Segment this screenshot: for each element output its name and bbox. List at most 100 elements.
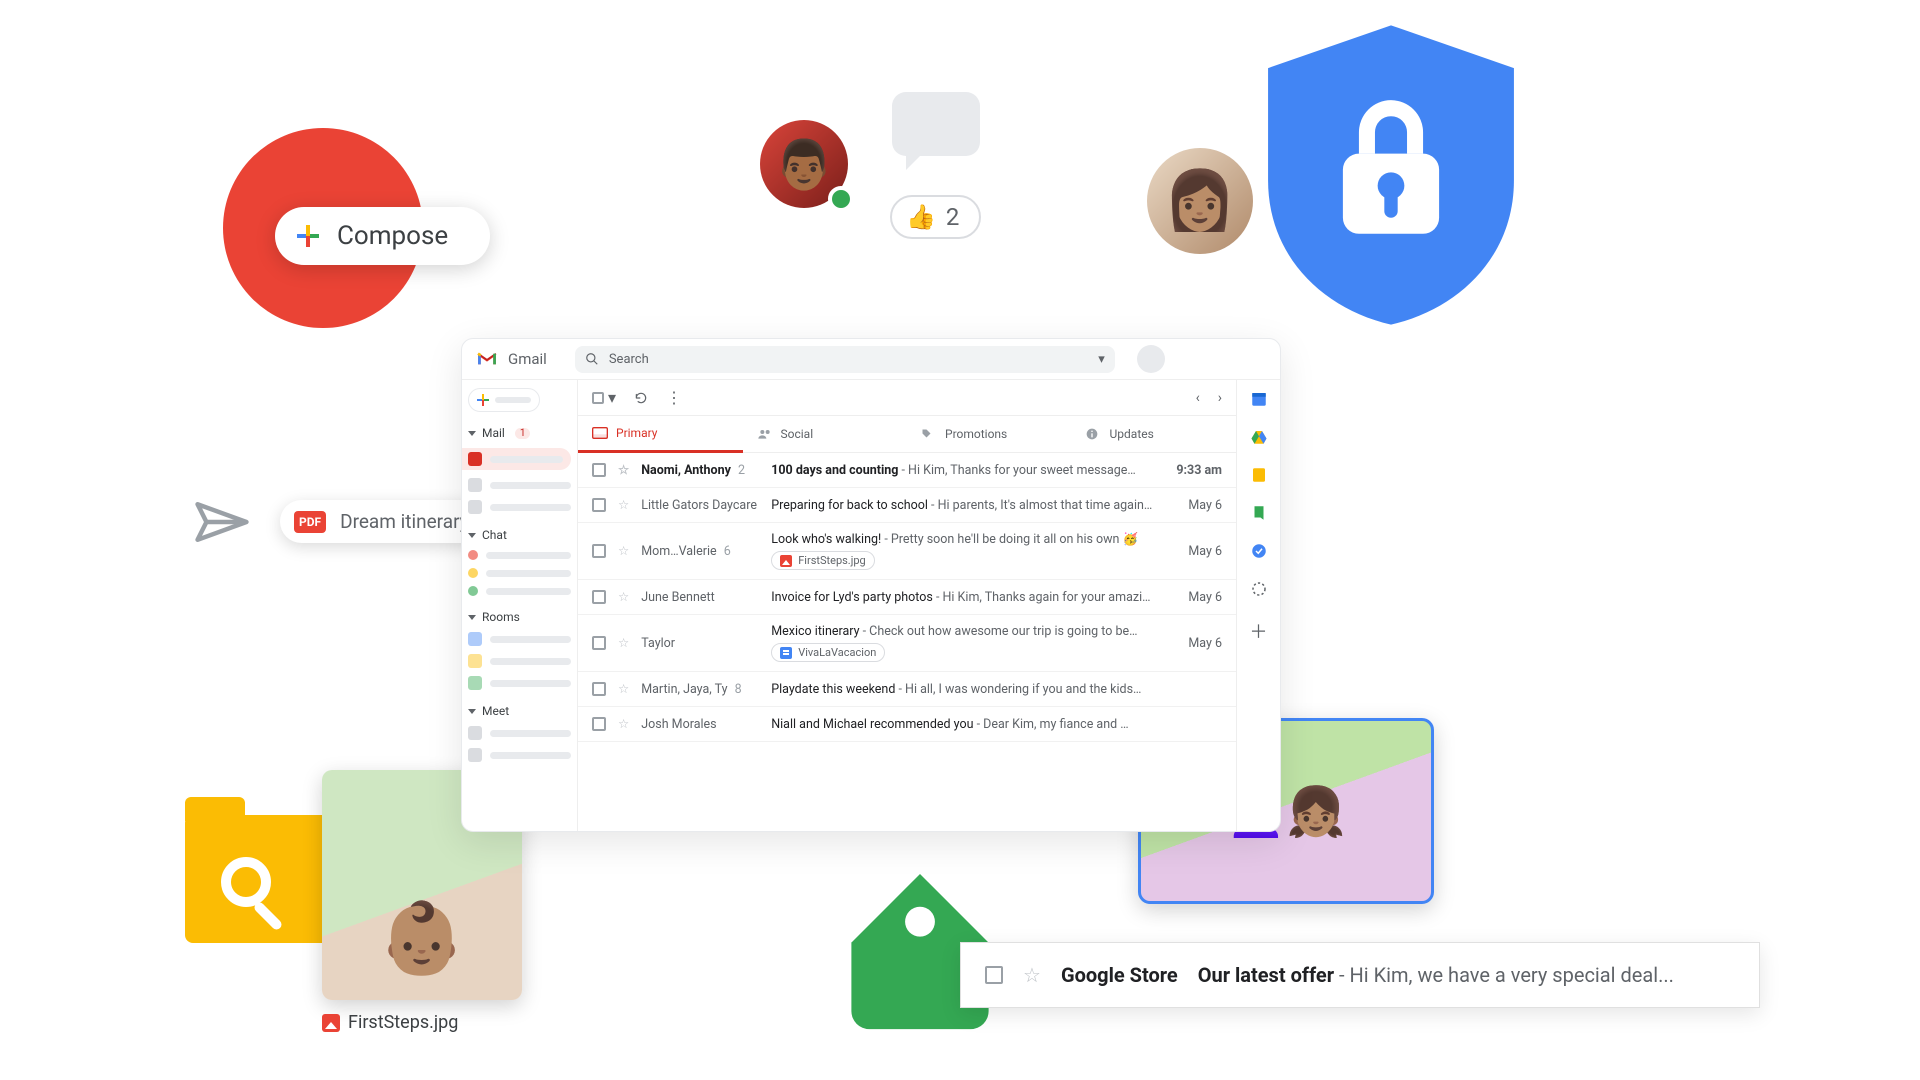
- room-icon: [468, 654, 482, 668]
- tab-social[interactable]: Social: [743, 416, 908, 452]
- calendar-icon[interactable]: [1250, 390, 1268, 408]
- promo-email-row[interactable]: ☆ Google Store Our latest offer - Hi Kim…: [960, 942, 1760, 1008]
- compose-label: Compose: [337, 221, 448, 251]
- star-icon[interactable]: ☆: [618, 543, 629, 559]
- addons-icon[interactable]: [1250, 580, 1268, 598]
- email-list: ☆ Naomi, Anthony 2 100 days and counting -…: [578, 453, 1236, 831]
- attachment-title: Dream itinerary: [340, 510, 469, 533]
- reaction-count: 2: [946, 203, 960, 231]
- status-dot-icon: [468, 550, 478, 560]
- star-icon[interactable]: ☆: [618, 681, 629, 697]
- checkbox-icon[interactable]: [592, 463, 606, 477]
- room-icon: [468, 632, 482, 646]
- promo-subject: Our latest offer: [1198, 963, 1334, 987]
- email-row[interactable]: ☆TaylorMexico itinerary - Check out how …: [578, 615, 1236, 672]
- meet-icon: [468, 748, 482, 762]
- inbox-icon: [468, 452, 482, 466]
- email-row[interactable]: ☆ Martin, Jaya, Ty 8 Playdate this weekend…: [578, 672, 1236, 707]
- account-avatar[interactable]: [1137, 345, 1165, 373]
- checkbox-icon[interactable]: [592, 590, 606, 604]
- contacts-icon[interactable]: [1250, 504, 1268, 522]
- refresh-icon[interactable]: [634, 391, 648, 405]
- nav-item[interactable]: [468, 500, 571, 514]
- email-row[interactable]: ☆Little Gators DaycarePreparing for back…: [578, 488, 1236, 523]
- photo-filename: FirstSteps.jpg: [348, 1012, 458, 1033]
- star-icon[interactable]: ☆: [618, 716, 629, 732]
- search-folder-icon: [185, 815, 345, 943]
- gmail-main: ▾ ⋮ ‹ › Primary Social: [578, 380, 1236, 831]
- tab-primary[interactable]: Primary: [578, 416, 743, 453]
- email-sender: Naomi, Anthony 2: [641, 463, 759, 478]
- reaction-pill[interactable]: 👍 2: [890, 195, 981, 239]
- search-bar[interactable]: Search ▾: [575, 346, 1115, 373]
- nav-chat-item[interactable]: [468, 550, 571, 560]
- email-row[interactable]: ☆June BennettInvoice for Lyd's party pho…: [578, 580, 1236, 615]
- people-icon: [757, 428, 773, 440]
- category-tabs: Primary Social Promotions Updates: [578, 415, 1236, 453]
- email-message: 100 days and counting - Hi Kim, Thanks f…: [771, 463, 1154, 478]
- nav-section-chat[interactable]: Chat: [468, 528, 571, 542]
- room-icon: [468, 676, 482, 690]
- nav-section-mail[interactable]: Mail1: [468, 426, 571, 440]
- gmail-nav: Mail1 Chat Rooms: [462, 380, 578, 831]
- email-message: Playdate this weekend - Hi all, I was wo…: [771, 682, 1154, 697]
- search-options-caret-icon[interactable]: ▾: [1098, 352, 1105, 367]
- nav-section-meet[interactable]: Meet: [468, 704, 571, 718]
- email-row[interactable]: ☆Josh MoralesNiall and Michael recommend…: [578, 707, 1236, 742]
- email-sender: Martin, Jaya, Ty 8: [641, 682, 759, 697]
- meet-icon: [468, 726, 482, 740]
- tasks-icon[interactable]: [1250, 542, 1268, 560]
- toolbar: ▾ ⋮ ‹ ›: [578, 380, 1236, 415]
- select-all-checkbox[interactable]: ▾: [592, 388, 616, 407]
- nav-meet-item[interactable]: [468, 748, 571, 762]
- nav-inbox[interactable]: [462, 448, 571, 470]
- checkbox-icon[interactable]: [592, 682, 606, 696]
- nav-room-item[interactable]: [468, 676, 571, 690]
- page-prev-icon[interactable]: ‹: [1196, 390, 1200, 406]
- email-sender: Mom…Valerie 6: [641, 544, 759, 559]
- checkbox-icon[interactable]: [592, 636, 606, 650]
- star-icon[interactable]: ☆: [1023, 963, 1041, 987]
- email-sender: Little Gators Daycare: [641, 498, 759, 513]
- checkbox-icon[interactable]: [592, 717, 606, 731]
- gmail-brand: Gmail: [508, 350, 547, 368]
- drive-icon[interactable]: [1250, 428, 1268, 446]
- attachment-chip[interactable]: VivaLaVacacion: [771, 643, 885, 662]
- nav-item[interactable]: [468, 478, 571, 492]
- page-next-icon[interactable]: ›: [1218, 390, 1222, 406]
- photo-caption: FirstSteps.jpg: [322, 1012, 458, 1033]
- thumbs-up-icon: 👍: [906, 203, 936, 231]
- nav-chat-item[interactable]: [468, 568, 571, 578]
- presence-online-dot: [828, 186, 854, 212]
- search-placeholder: Search: [609, 352, 649, 367]
- email-time: 9:33 am: [1166, 463, 1222, 478]
- keep-icon[interactable]: [1250, 466, 1268, 484]
- star-icon[interactable]: ☆: [618, 589, 629, 605]
- nav-meet-item[interactable]: [468, 726, 571, 740]
- email-row[interactable]: ☆ Naomi, Anthony 2 100 days and counting -…: [578, 453, 1236, 488]
- checkbox-icon[interactable]: [592, 498, 606, 512]
- nav-room-item[interactable]: [468, 632, 571, 646]
- compose-pill[interactable]: Compose: [275, 207, 490, 265]
- tab-updates[interactable]: Updates: [1072, 416, 1237, 452]
- speech-bubble-icon: [892, 92, 980, 156]
- star-icon[interactable]: ☆: [618, 462, 629, 478]
- more-icon[interactable]: ⋮: [666, 388, 681, 407]
- caret-down-icon: ▾: [608, 388, 616, 407]
- nav-room-item[interactable]: [468, 654, 571, 668]
- checkbox-icon[interactable]: [985, 966, 1003, 984]
- nav-section-rooms[interactable]: Rooms: [468, 610, 571, 624]
- attachment-chip[interactable]: FirstSteps.jpg: [771, 551, 874, 570]
- caret-down-icon: [468, 431, 476, 436]
- image-badge-icon: [322, 1014, 340, 1032]
- inbox-icon: [592, 427, 608, 439]
- tab-promotions[interactable]: Promotions: [907, 416, 1072, 452]
- email-time: May 6: [1166, 590, 1222, 605]
- star-icon[interactable]: ☆: [618, 497, 629, 513]
- add-app-icon[interactable]: ＋: [1250, 618, 1268, 636]
- email-row[interactable]: ☆Mom…Valerie 6Look who's walking! - Pret…: [578, 523, 1236, 580]
- checkbox-icon[interactable]: [592, 544, 606, 558]
- nav-chat-item[interactable]: [468, 586, 571, 596]
- star-icon[interactable]: ☆: [618, 635, 629, 651]
- compose-button[interactable]: [468, 388, 540, 412]
